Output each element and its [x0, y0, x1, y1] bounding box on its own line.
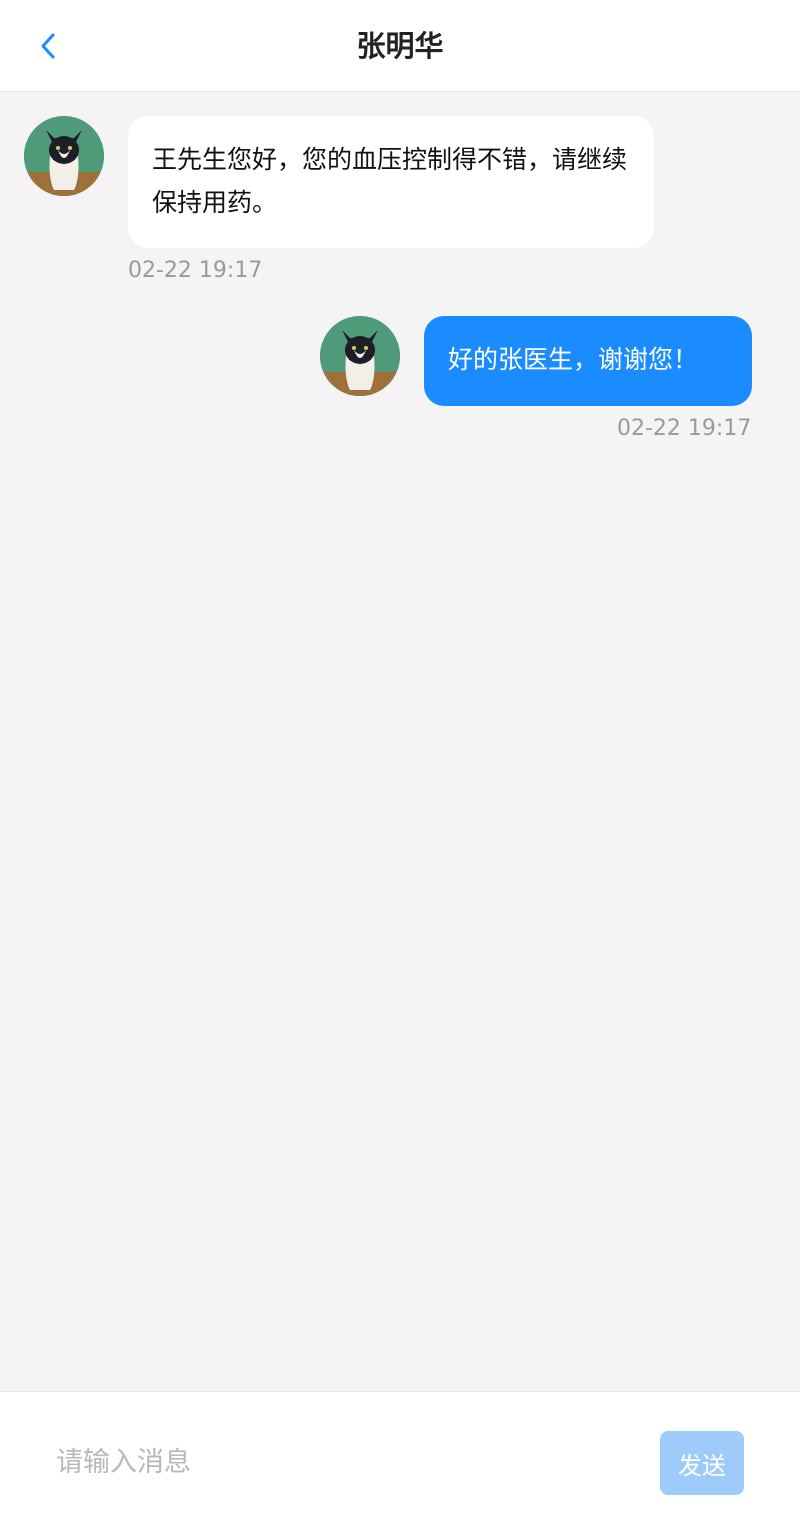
- chat-screen: 张明华 王先生您好，您的血压控制得不错，请继续保持用药。 02-22 19:17: [0, 0, 800, 1530]
- cat-avatar-icon: [24, 116, 104, 196]
- message-text: 王先生您好，您的血压控制得不错，请继续保持用药。: [152, 145, 628, 217]
- outgoing-message-bubble[interactable]: 好的张医生，谢谢您！: [424, 316, 752, 406]
- message-text: 好的张医生，谢谢您！: [448, 345, 699, 374]
- chat-header: 张明华: [0, 0, 800, 92]
- contact-avatar[interactable]: [24, 116, 104, 196]
- send-button[interactable]: 发送: [660, 1431, 744, 1495]
- message-input[interactable]: [40, 1438, 600, 1486]
- message-timestamp: 02-22 19:17: [617, 416, 752, 441]
- composer-bar: 发送: [0, 1391, 800, 1530]
- page-title: 张明华: [356, 29, 444, 63]
- message-list[interactable]: 王先生您好，您的血压控制得不错，请继续保持用药。 02-22 19:17 好的张…: [0, 92, 800, 1392]
- incoming-message-bubble[interactable]: 王先生您好，您的血压控制得不错，请继续保持用药。: [128, 116, 654, 248]
- message-timestamp: 02-22 19:17: [128, 258, 263, 283]
- user-avatar[interactable]: [320, 316, 400, 396]
- cat-avatar-icon: [320, 316, 400, 396]
